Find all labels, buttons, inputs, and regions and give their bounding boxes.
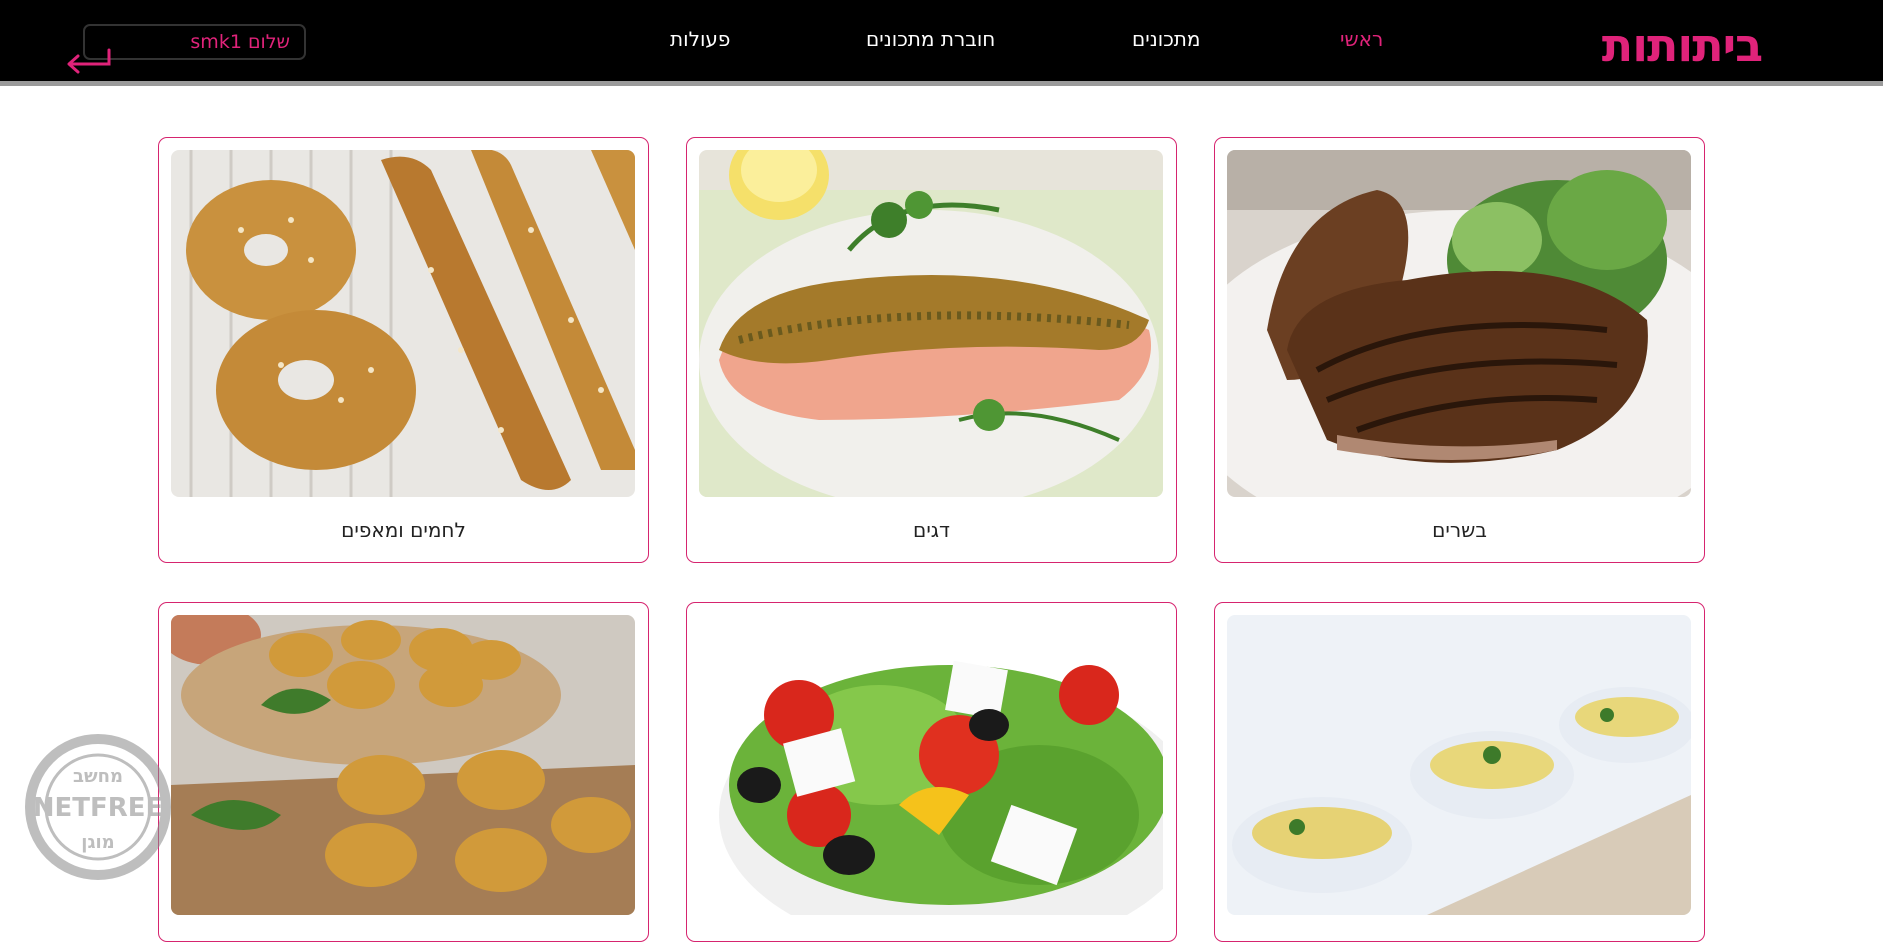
watermark-line2: NETFREE: [33, 793, 164, 823]
category-image-breads: [171, 150, 635, 497]
category-card-fish[interactable]: דגים: [686, 137, 1177, 563]
category-image-fish: [699, 150, 1163, 497]
category-title-meat: בשרים: [1432, 518, 1487, 542]
category-image-meat: [1227, 150, 1691, 497]
category-card-muffins[interactable]: [158, 602, 649, 942]
category-card-breads[interactable]: לחמים ומאפים: [158, 137, 649, 563]
netfree-watermark-icon: מחשב NETFREE מוגן: [25, 734, 171, 880]
category-image-soups: [1227, 615, 1691, 915]
category-card-meat[interactable]: בשרים: [1214, 137, 1705, 563]
category-grid: בשרים דגים לחמים ומאפים: [0, 0, 1883, 942]
watermark-line3: מוגן: [81, 832, 114, 853]
category-title-fish: דגים: [913, 518, 950, 542]
category-card-salads[interactable]: [686, 602, 1177, 942]
category-image-salads: [699, 615, 1163, 915]
category-card-soups[interactable]: [1214, 602, 1705, 942]
category-image-muffins: [171, 615, 635, 915]
watermark-line1: מחשב: [73, 766, 123, 787]
category-title-breads: לחמים ומאפים: [341, 518, 466, 542]
